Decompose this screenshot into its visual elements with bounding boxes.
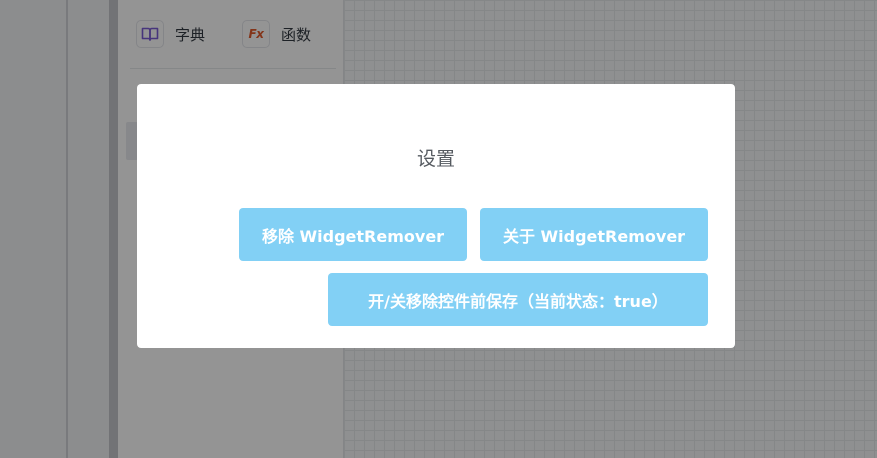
about-widgetremover-button[interactable]: 关于 WidgetRemover [480,208,708,261]
dialog-title: 设置 [416,148,455,170]
toggle-save-before-remove-button[interactable]: 开/关移除控件前保存（当前状态：true） [328,273,708,326]
remove-widgetremover-button[interactable]: 移除 WidgetRemover [239,208,467,261]
settings-dialog: 设置 移除 WidgetRemover 关于 WidgetRemover 开/关… [137,84,735,348]
